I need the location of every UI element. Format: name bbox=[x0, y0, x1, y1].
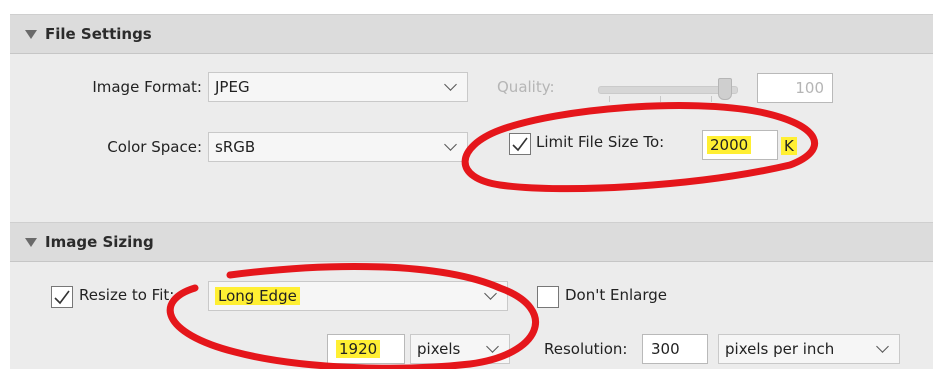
image-format-value: JPEG bbox=[215, 78, 250, 96]
limit-file-size-checkbox[interactable] bbox=[509, 133, 531, 155]
quality-tick bbox=[609, 96, 610, 102]
quality-value: 100 bbox=[795, 79, 824, 97]
chevron-down-icon bbox=[484, 287, 497, 300]
resolution-input[interactable]: 300 bbox=[642, 334, 708, 364]
quality-tick bbox=[660, 96, 661, 102]
limit-file-size-value: 2000 bbox=[707, 136, 752, 154]
quality-slider[interactable] bbox=[598, 86, 738, 94]
quality-tick bbox=[711, 96, 712, 102]
checkmark-icon bbox=[54, 290, 70, 305]
size-input[interactable]: 1920 bbox=[327, 334, 405, 364]
chevron-down-icon bbox=[876, 340, 889, 353]
image-sizing-header[interactable]: Image Sizing bbox=[10, 222, 933, 262]
file-settings-header[interactable]: File Settings bbox=[10, 14, 933, 54]
size-unit-value: pixels bbox=[417, 340, 461, 358]
dont-enlarge-checkbox[interactable] bbox=[537, 286, 559, 308]
image-sizing-title: Image Sizing bbox=[45, 233, 154, 251]
checkmark-icon bbox=[512, 137, 528, 152]
color-space-select[interactable]: sRGB bbox=[208, 132, 468, 162]
image-format-label: Image Format: bbox=[92, 78, 202, 96]
resize-to-fit-label: Resize to Fit: bbox=[79, 286, 175, 304]
resolution-value: 300 bbox=[651, 340, 680, 358]
size-unit-select[interactable]: pixels bbox=[410, 334, 510, 364]
chevron-down-icon bbox=[444, 78, 457, 91]
dont-enlarge-label: Don't Enlarge bbox=[565, 286, 668, 304]
resize-to-fit-checkbox[interactable] bbox=[51, 286, 73, 308]
file-settings-title: File Settings bbox=[45, 25, 152, 43]
image-format-select[interactable]: JPEG bbox=[208, 72, 468, 102]
limit-file-size-label: Limit File Size To: bbox=[536, 133, 665, 151]
limit-file-size-unit: K bbox=[781, 137, 797, 155]
quality-label: Quality: bbox=[497, 78, 555, 96]
disclosure-triangle-icon[interactable] bbox=[25, 29, 37, 39]
quality-input[interactable]: 100 bbox=[757, 73, 833, 103]
color-space-value: sRGB bbox=[215, 138, 256, 156]
resize-mode-value: Long Edge bbox=[215, 287, 300, 305]
resize-mode-select[interactable]: Long Edge bbox=[208, 281, 508, 311]
chevron-down-icon bbox=[444, 138, 457, 151]
color-space-label: Color Space: bbox=[107, 138, 202, 156]
chevron-down-icon bbox=[486, 340, 499, 353]
limit-file-size-input[interactable]: 2000 bbox=[702, 130, 778, 160]
quality-slider-thumb[interactable] bbox=[718, 78, 732, 100]
resolution-label: Resolution: bbox=[544, 340, 628, 358]
resolution-unit-select[interactable]: pixels per inch bbox=[718, 334, 900, 364]
disclosure-triangle-icon[interactable] bbox=[25, 237, 37, 247]
size-value: 1920 bbox=[336, 340, 381, 358]
resolution-unit-value: pixels per inch bbox=[725, 340, 835, 358]
